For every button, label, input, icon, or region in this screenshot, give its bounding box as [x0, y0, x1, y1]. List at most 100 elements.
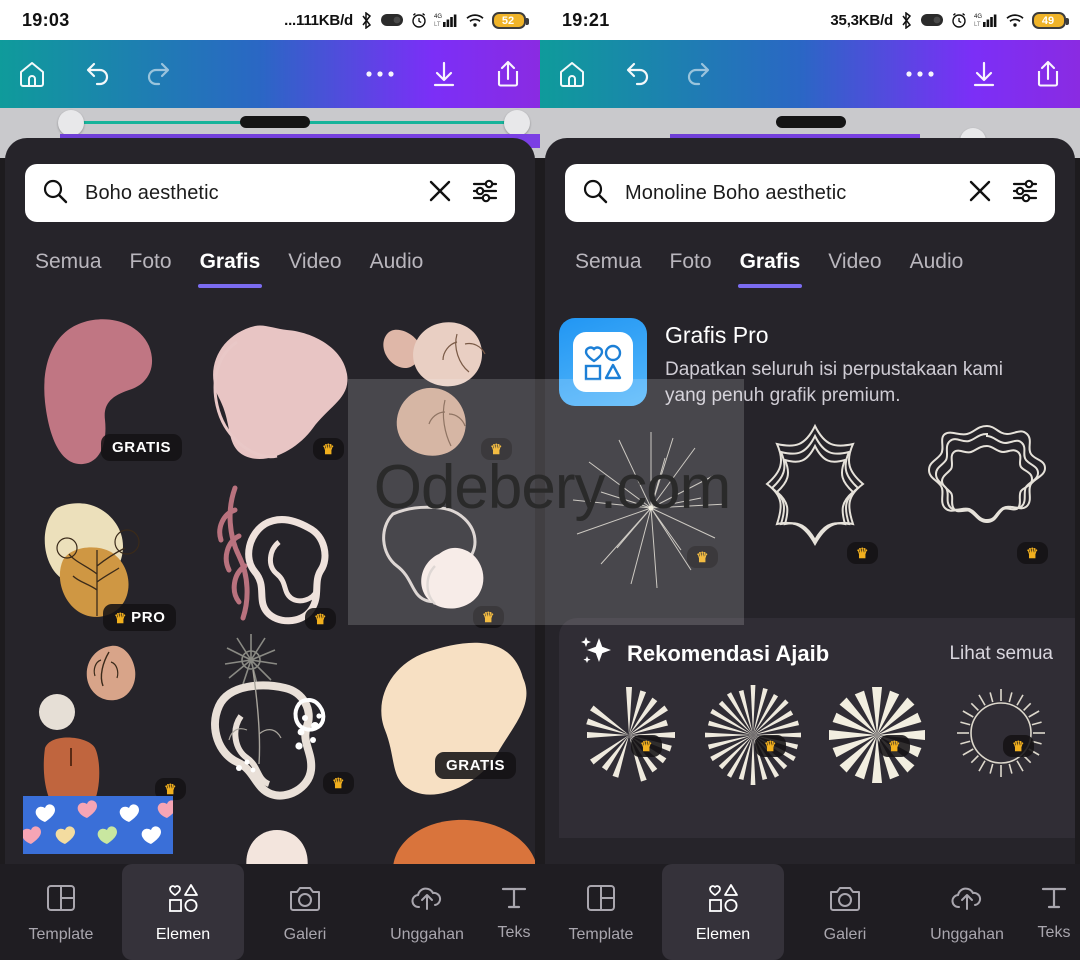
nav-item-galeri[interactable]: Galeri — [784, 864, 906, 960]
nav-item-galeri[interactable]: Galeri — [244, 864, 366, 960]
graphic-item[interactable]: ♛ — [205, 480, 365, 655]
redo-icon[interactable] — [668, 40, 732, 108]
crown-icon: ♛ — [490, 441, 504, 457]
nav-item-teks[interactable]: Teks — [1028, 864, 1080, 960]
undo-icon[interactable] — [604, 40, 668, 108]
crown-icon: ♛ — [1026, 545, 1040, 561]
elements-icon — [166, 881, 200, 920]
editor-toolbar-left — [0, 40, 540, 108]
text-icon — [499, 883, 529, 918]
crown-icon: ♛ — [332, 775, 346, 791]
filter-icon[interactable] — [471, 177, 499, 210]
nav-label: Teks — [497, 923, 531, 941]
category-tabs: Semua Foto Grafis Video Audio — [5, 242, 535, 288]
drag-pill[interactable] — [776, 116, 846, 128]
graphic-item[interactable]: ♛ — [195, 316, 365, 481]
graphic-item[interactable] — [217, 830, 337, 864]
status-time: 19:03 — [22, 9, 70, 30]
tab-semua[interactable]: Semua — [21, 242, 116, 288]
home-icon[interactable] — [540, 40, 604, 108]
nav-label: Unggahan — [390, 925, 464, 943]
nav-item-elemen[interactable]: Elemen — [122, 864, 244, 960]
tab-foto[interactable]: Foto — [656, 242, 726, 288]
graphic-item[interactable]: ♛ — [373, 480, 533, 655]
search-input[interactable]: Boho aesthetic — [85, 182, 427, 205]
nav-item-template[interactable]: Template — [540, 864, 662, 960]
nav-label: Template — [568, 925, 634, 943]
elements-icon — [706, 881, 740, 920]
graphic-item[interactable] — [385, 818, 535, 864]
pro-crown-badge: ♛ — [323, 772, 355, 794]
share-icon[interactable] — [1016, 40, 1080, 108]
graphic-item[interactable] — [21, 796, 177, 859]
crown-icon: ♛ — [764, 738, 778, 754]
home-icon[interactable] — [0, 40, 64, 108]
crown-icon: ♛ — [696, 549, 710, 565]
more-icon[interactable] — [348, 40, 412, 108]
more-icon[interactable] — [888, 40, 952, 108]
graphic-item[interactable]: ♛ — [29, 636, 189, 821]
tab-foto[interactable]: Foto — [116, 242, 186, 288]
tab-video[interactable]: Video — [814, 242, 895, 288]
graphic-item[interactable]: GRATIS — [23, 316, 183, 481]
tab-semua[interactable]: Semua — [561, 242, 656, 288]
nav-label: Unggahan — [930, 925, 1004, 943]
search-input[interactable]: Monoline Boho aesthetic — [625, 182, 967, 205]
graphic-item[interactable]: ♛ — [373, 316, 533, 491]
tab-audio[interactable]: Audio — [896, 242, 978, 288]
graphic-item[interactable]: ♛ PRO — [27, 486, 187, 651]
nav-item-template[interactable]: Template — [0, 864, 122, 960]
crown-icon: ♛ — [640, 738, 654, 754]
promo-title: Grafis Pro — [665, 322, 769, 348]
close-icon[interactable] — [967, 178, 993, 209]
starburst-2[interactable]: ♛ — [697, 683, 809, 793]
wifi-icon — [1005, 13, 1025, 28]
sunburst-ring[interactable]: ♛ — [945, 683, 1057, 793]
network-speed-label: ...111KB/d — [284, 11, 353, 29]
see-all-link[interactable]: Lihat semua — [949, 643, 1053, 665]
undo-icon[interactable] — [64, 40, 128, 108]
graphic-item[interactable]: ♛ — [201, 630, 371, 815]
crown-icon: ♛ — [114, 609, 128, 626]
share-icon[interactable] — [476, 40, 540, 108]
starburst-3[interactable]: ♛ — [821, 683, 933, 793]
editor-toolbar-right — [540, 40, 1080, 108]
crown-icon: ♛ — [482, 609, 496, 625]
download-icon[interactable] — [412, 40, 476, 108]
close-icon[interactable] — [427, 178, 453, 209]
starburst-1[interactable]: ♛ — [573, 683, 685, 793]
filter-icon[interactable] — [1011, 177, 1039, 210]
network-speed-label: 35,3KB/d — [830, 11, 893, 29]
upload-cloud-icon — [950, 881, 984, 920]
nav-item-unggahan[interactable]: Unggahan — [366, 864, 488, 960]
nav-item-teks[interactable]: Teks — [488, 864, 540, 960]
tab-grafis[interactable]: Grafis — [726, 242, 815, 288]
nav-label: Galeri — [823, 925, 867, 943]
tab-audio[interactable]: Audio — [356, 242, 438, 288]
tab-grafis[interactable]: Grafis — [186, 242, 275, 288]
pro-crown-badge: ♛ — [1017, 542, 1049, 564]
pro-crown-badge: ♛ — [879, 735, 911, 757]
status-badge: ♛ PRO — [103, 604, 177, 631]
graphic-item[interactable]: ♛ — [735, 414, 895, 589]
search-bar[interactable]: Monoline Boho aesthetic — [565, 164, 1055, 222]
capsule-icon — [920, 13, 944, 27]
redo-icon[interactable] — [128, 40, 192, 108]
download-icon[interactable] — [952, 40, 1016, 108]
grafis-pro-promo[interactable]: Grafis Pro Dapatkan seluruh isi perpusta… — [559, 318, 1067, 408]
graphic-item[interactable]: ♛ — [561, 418, 741, 603]
crown-icon: ♛ — [322, 441, 336, 457]
search-bar[interactable]: Boho aesthetic — [25, 164, 515, 222]
drag-pill[interactable] — [240, 116, 310, 128]
rekomendasi-ajaib-section: Rekomendasi Ajaib Lihat semua ♛ ♛ ♛ ♛ — [559, 618, 1075, 838]
crown-icon: ♛ — [314, 611, 328, 627]
selection-handle-right[interactable] — [504, 110, 530, 136]
pro-crown-badge: ♛ — [847, 542, 879, 564]
selection-handle-left[interactable] — [58, 110, 84, 136]
graphic-item[interactable]: ♛ — [905, 414, 1070, 589]
graphic-item[interactable]: GRATIS — [367, 638, 535, 813]
tab-video[interactable]: Video — [274, 242, 355, 288]
nav-item-elemen[interactable]: Elemen — [662, 864, 784, 960]
capsule-icon — [380, 13, 404, 27]
nav-item-unggahan[interactable]: Unggahan — [906, 864, 1028, 960]
